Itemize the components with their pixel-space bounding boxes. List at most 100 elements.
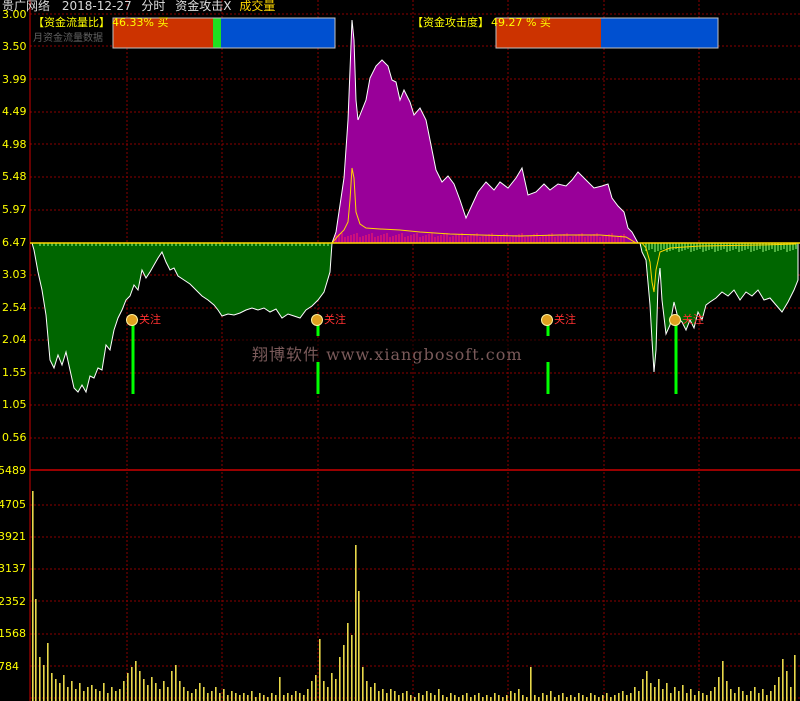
axis-tick-label: 6.47 [2,236,27,249]
volume-bar [211,691,213,701]
axis-tick-label: 4.98 [2,138,27,151]
chart-period: 分时 [141,0,166,13]
attention-marker[interactable]: 关注 [541,311,576,327]
volume-bar [458,697,460,701]
volume-bar [598,697,600,701]
buy-pressure-area [332,20,638,243]
volume-bar [231,691,233,701]
volume-bar [75,689,77,701]
volume-bar [35,599,37,701]
volume-bar [434,695,436,701]
volume-bar [578,693,580,701]
volume-bar [103,683,105,701]
volume-bar [135,661,137,701]
volume-bar [498,695,500,701]
volume-bar [203,687,205,701]
volume-bar [239,695,241,701]
volume-bar [155,683,157,701]
volume-bar [710,691,712,701]
volume-bar [478,693,480,701]
volume-bar [450,693,452,701]
axis-tick-label: 2.04 [2,333,27,346]
volume-bar [706,695,708,701]
volume-bar [538,697,540,701]
volume-bar [414,697,416,701]
volume-bar [51,673,53,701]
volume-bar [482,697,484,701]
volume-bar [394,691,396,701]
volume-title[interactable]: 成交量 [239,0,275,13]
volume-bar [390,689,392,701]
volume-bar [215,687,217,701]
volume-bar [742,691,744,701]
sub-legend: 月资金流量数据 [33,33,103,44]
volume-bar [63,675,65,701]
volume-bar [694,695,696,701]
volume-bar [422,695,424,701]
volume-bar [702,693,704,701]
volume-bar [630,693,632,701]
volume-bar [514,693,516,701]
volume-bar [666,683,668,701]
axis-tick-label: 3.00 [2,8,27,21]
attention-marker-label: 关注 [682,313,704,326]
volume-bar [111,687,113,701]
volume-bar [438,689,440,701]
attention-marker[interactable]: 关注 [126,311,161,327]
volume-bar [382,689,384,701]
attention-marker[interactable]: 关注 [669,311,704,327]
axis-tick-label: 3.99 [2,73,27,86]
volume-tick-label: 2352 [0,595,26,608]
volume-bar [271,693,273,701]
volume-tick-label: 784 [0,660,19,673]
volume-bar [726,681,728,701]
volume-bar [746,695,748,701]
volume-bar [370,687,372,701]
volume-bar [790,687,792,701]
volume-bar [682,685,684,701]
volume-bar [287,693,289,701]
fund-attack-value: 49.27 % 买 [491,16,551,29]
volume-bar [227,695,229,701]
volume-bar [207,693,209,701]
volume-bar [358,591,360,701]
volume-bar [642,679,644,701]
volume-bar [71,681,73,701]
volume-bar [638,691,640,701]
volume-bar [283,695,285,701]
volume-tick-label: 3921 [0,530,26,543]
volume-bar [119,689,121,701]
volume-bar [159,689,161,701]
legend-neutral-bar [213,18,221,48]
volume-bar [139,671,141,701]
sell-pressure-area [32,243,332,392]
volume-bar [131,667,133,701]
volume-bar [462,695,464,701]
volume-bar [522,695,524,701]
attention-marker[interactable]: 关注 [311,311,346,327]
volume-bar [698,691,700,701]
volume-tick-label: 5489 [0,464,26,477]
volume-bar [546,695,548,701]
volume-bar [622,691,624,701]
volume-bar [594,695,596,701]
volume-bar [267,697,269,701]
volume-bar [794,655,796,701]
axis-tick-label: 1.05 [2,398,27,411]
volume-bar [674,687,676,701]
volume-bar [614,695,616,701]
volume-bar [418,693,420,701]
fund-flow-ratio-legend: 【资金流量比】 46.33% 买 [33,14,168,30]
indicator-name[interactable]: 资金攻击X [175,0,231,13]
attention-marker-label: 关注 [554,313,576,326]
volume-bar [518,689,520,701]
volume-bar [171,671,173,701]
fund-attack-legend: 【资金攻击度】 49.27 % 买 [412,14,551,30]
volume-bar [355,545,357,701]
volume-bar [786,671,788,701]
axis-tick-label: 5.97 [2,203,27,216]
volume-bar [95,689,97,701]
volume-bar [618,693,620,701]
volume-bar [147,685,149,701]
volume-bar [510,691,512,701]
